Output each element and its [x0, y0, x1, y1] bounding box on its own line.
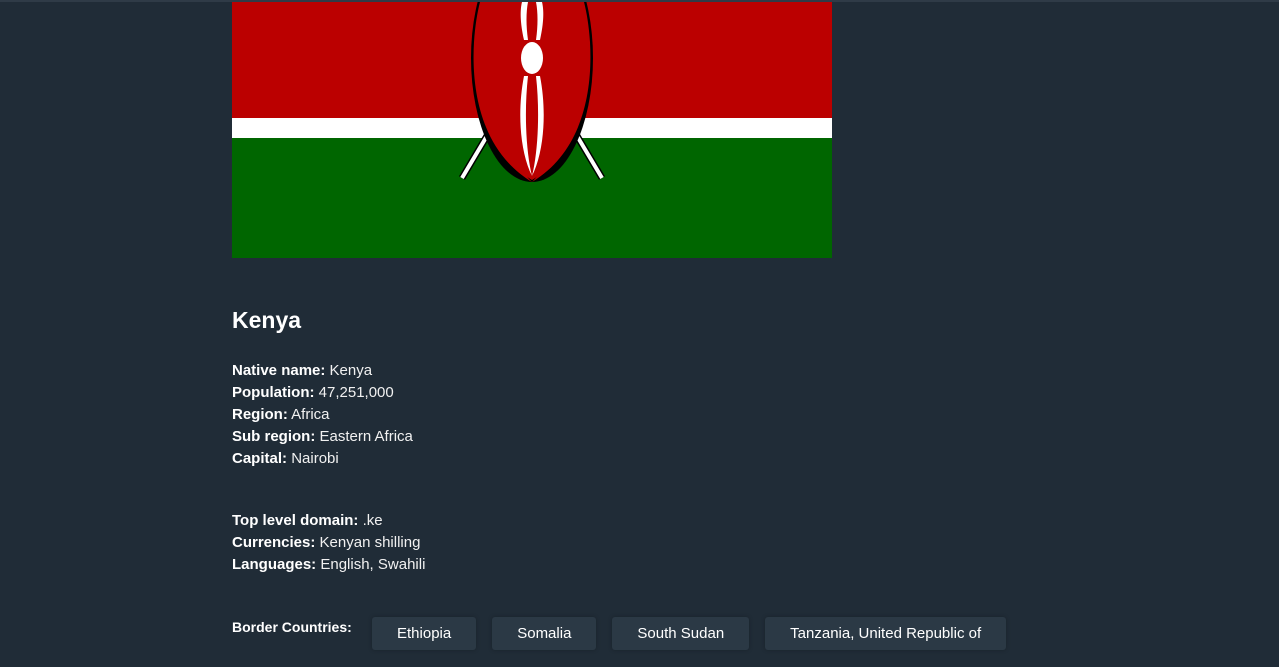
info-value: Kenyan shilling	[319, 534, 421, 551]
info-value: Kenya	[329, 362, 373, 379]
info-value: Nairobi	[291, 450, 339, 467]
info-label: Population:	[232, 384, 315, 401]
info-value: Africa	[291, 406, 330, 423]
border-countries-list: Ethiopia Somalia South Sudan Tanzania, U…	[372, 617, 1007, 650]
top-level-domain-row: Top level domain: .ke	[232, 510, 425, 532]
capital-row: Capital: Nairobi	[232, 448, 413, 470]
info-label: Currencies:	[232, 534, 316, 551]
info-label: Sub region:	[232, 428, 316, 445]
info-value: 47,251,000	[318, 384, 394, 401]
secondary-info: Top level domain: .ke Currencies: Kenyan…	[232, 510, 425, 576]
border-country-button[interactable]: South Sudan	[612, 617, 750, 650]
info-label: Region:	[232, 406, 288, 423]
currencies-row: Currencies: Kenyan shilling	[232, 532, 425, 554]
info-value: .ke	[362, 512, 383, 529]
primary-info: Native name: Kenya Population: 47,251,00…	[232, 360, 413, 470]
info-label: Top level domain:	[232, 512, 359, 529]
sub-region-row: Sub region: Eastern Africa	[232, 426, 413, 448]
border-country-button[interactable]: Ethiopia	[372, 617, 477, 650]
country-detail-page: Kenya Native name: Kenya Population: 47,…	[0, 0, 1279, 667]
native-name-row: Native name: Kenya	[232, 360, 413, 382]
info-value: Eastern Africa	[319, 428, 413, 445]
border-country-button[interactable]: Tanzania, United Republic of	[765, 617, 1007, 650]
info-label: Languages:	[232, 556, 317, 573]
population-row: Population: 47,251,000	[232, 382, 413, 404]
info-label: Capital:	[232, 450, 288, 467]
languages-row: Languages: English, Swahili	[232, 554, 425, 576]
info-value: English, Swahili	[320, 556, 426, 573]
info-label: Native name:	[232, 362, 326, 379]
region-row: Region: Africa	[232, 404, 413, 426]
border-countries-label: Border Countries:	[232, 619, 352, 635]
country-name: Kenya	[232, 307, 302, 333]
border-country-button[interactable]: Somalia	[492, 617, 597, 650]
kenya-flag-image	[232, 2, 832, 258]
